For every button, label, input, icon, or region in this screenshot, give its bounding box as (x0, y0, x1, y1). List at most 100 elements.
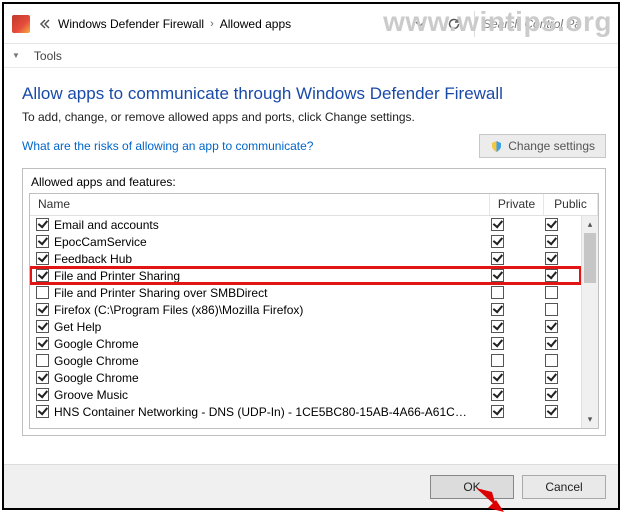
public-cell (527, 388, 581, 401)
scroll-down-icon[interactable]: ▾ (582, 411, 598, 428)
public-cell (527, 303, 581, 316)
app-name-label: Feedback Hub (54, 252, 473, 266)
list-item[interactable]: Google Chrome (30, 352, 581, 369)
public-checkbox[interactable] (545, 303, 558, 316)
search-input[interactable]: Search Control Pa (474, 11, 614, 37)
private-checkbox[interactable] (491, 235, 504, 248)
public-cell (527, 286, 581, 299)
private-checkbox[interactable] (491, 303, 504, 316)
public-checkbox[interactable] (545, 218, 558, 231)
private-checkbox[interactable] (491, 252, 504, 265)
public-checkbox[interactable] (545, 269, 558, 282)
public-checkbox[interactable] (545, 371, 558, 384)
public-checkbox[interactable] (545, 320, 558, 333)
enabled-checkbox[interactable] (36, 235, 49, 248)
enabled-checkbox[interactable] (36, 303, 49, 316)
scroll-up-icon[interactable]: ▴ (582, 216, 598, 233)
ok-button[interactable]: OK (430, 475, 514, 499)
private-cell (473, 252, 527, 265)
private-cell (473, 269, 527, 282)
cancel-button[interactable]: Cancel (522, 475, 606, 499)
public-checkbox[interactable] (545, 252, 558, 265)
private-checkbox[interactable] (491, 337, 504, 350)
breadcrumb-back-icon[interactable] (38, 18, 50, 30)
list-item[interactable]: Get Help (30, 318, 581, 335)
enabled-checkbox[interactable] (36, 337, 49, 350)
list-item[interactable]: Google Chrome (30, 335, 581, 352)
private-cell (473, 218, 527, 231)
list-item[interactable]: EpocCamService (30, 233, 581, 250)
vertical-scrollbar[interactable]: ▴ ▾ (581, 216, 598, 428)
breadcrumb-item-allowed-apps[interactable]: Allowed apps (220, 17, 291, 31)
allowed-apps-groupbox: Allowed apps and features: Name Private … (22, 168, 606, 436)
public-cell (527, 218, 581, 231)
menu-dropdown-icon[interactable]: ▼ (12, 51, 20, 60)
allowed-apps-label: Allowed apps and features: (23, 169, 605, 193)
private-cell (473, 371, 527, 384)
private-checkbox[interactable] (491, 354, 504, 367)
enabled-checkbox[interactable] (36, 218, 49, 231)
list-item[interactable]: Groove Music (30, 386, 581, 403)
public-cell (527, 235, 581, 248)
list-item[interactable]: Feedback Hub (30, 250, 581, 267)
breadcrumb-item-firewall[interactable]: Windows Defender Firewall (58, 17, 204, 31)
column-name[interactable]: Name (30, 194, 490, 215)
history-dropdown-button[interactable] (406, 11, 434, 37)
public-cell (527, 269, 581, 282)
list-item[interactable]: Email and accounts (30, 216, 581, 233)
private-checkbox[interactable] (491, 405, 504, 418)
allowed-apps-list: Name Private Public Email and accounts Ep… (29, 193, 599, 429)
public-checkbox[interactable] (545, 405, 558, 418)
enabled-checkbox[interactable] (36, 252, 49, 265)
content-panel: Allow apps to communicate through Window… (4, 68, 618, 464)
private-checkbox[interactable] (491, 320, 504, 333)
list-item[interactable]: Google Chrome (30, 369, 581, 386)
public-checkbox[interactable] (545, 337, 558, 350)
column-public[interactable]: Public (544, 194, 598, 215)
change-settings-button[interactable]: Change settings (479, 134, 606, 158)
breadcrumb: Windows Defender Firewall › Allowed apps (58, 17, 400, 31)
dialog-footer: OK Cancel (4, 464, 618, 508)
public-cell (527, 371, 581, 384)
shield-icon (490, 140, 503, 153)
list-header: Name Private Public (30, 194, 598, 216)
private-cell (473, 286, 527, 299)
public-cell (527, 337, 581, 350)
menu-tools[interactable]: Tools (34, 49, 62, 63)
risks-link[interactable]: What are the risks of allowing an app to… (22, 139, 313, 153)
enabled-checkbox[interactable] (36, 269, 49, 282)
private-checkbox[interactable] (491, 218, 504, 231)
public-cell (527, 405, 581, 418)
private-cell (473, 235, 527, 248)
private-checkbox[interactable] (491, 286, 504, 299)
app-name-label: EpocCamService (54, 235, 473, 249)
enabled-checkbox[interactable] (36, 388, 49, 401)
list-item[interactable]: File and Printer Sharing (30, 267, 581, 284)
list-item[interactable]: File and Printer Sharing over SMBDirect (30, 284, 581, 301)
private-checkbox[interactable] (491, 388, 504, 401)
enabled-checkbox[interactable] (36, 371, 49, 384)
public-checkbox[interactable] (545, 388, 558, 401)
scroll-track[interactable] (582, 233, 598, 411)
list-item[interactable]: Firefox (C:\Program Files (x86)\Mozilla … (30, 301, 581, 318)
public-checkbox[interactable] (545, 235, 558, 248)
chevron-right-icon: › (210, 18, 214, 30)
scroll-thumb[interactable] (584, 233, 596, 283)
search-placeholder: Search Control Pa (483, 17, 581, 31)
enabled-checkbox[interactable] (36, 320, 49, 333)
list-item[interactable]: HNS Container Networking - DNS (UDP-In) … (30, 403, 581, 420)
enabled-checkbox[interactable] (36, 286, 49, 299)
app-name-label: File and Printer Sharing (54, 269, 473, 283)
enabled-checkbox[interactable] (36, 354, 49, 367)
refresh-button[interactable] (440, 11, 468, 37)
page-description: To add, change, or remove allowed apps a… (22, 110, 606, 124)
private-checkbox[interactable] (491, 371, 504, 384)
public-checkbox[interactable] (545, 286, 558, 299)
menubar: ▼ Tools (4, 44, 618, 68)
private-checkbox[interactable] (491, 269, 504, 282)
app-name-label: Google Chrome (54, 354, 473, 368)
titlebar: Windows Defender Firewall › Allowed apps… (4, 4, 618, 44)
public-checkbox[interactable] (545, 354, 558, 367)
column-private[interactable]: Private (490, 194, 544, 215)
enabled-checkbox[interactable] (36, 405, 49, 418)
